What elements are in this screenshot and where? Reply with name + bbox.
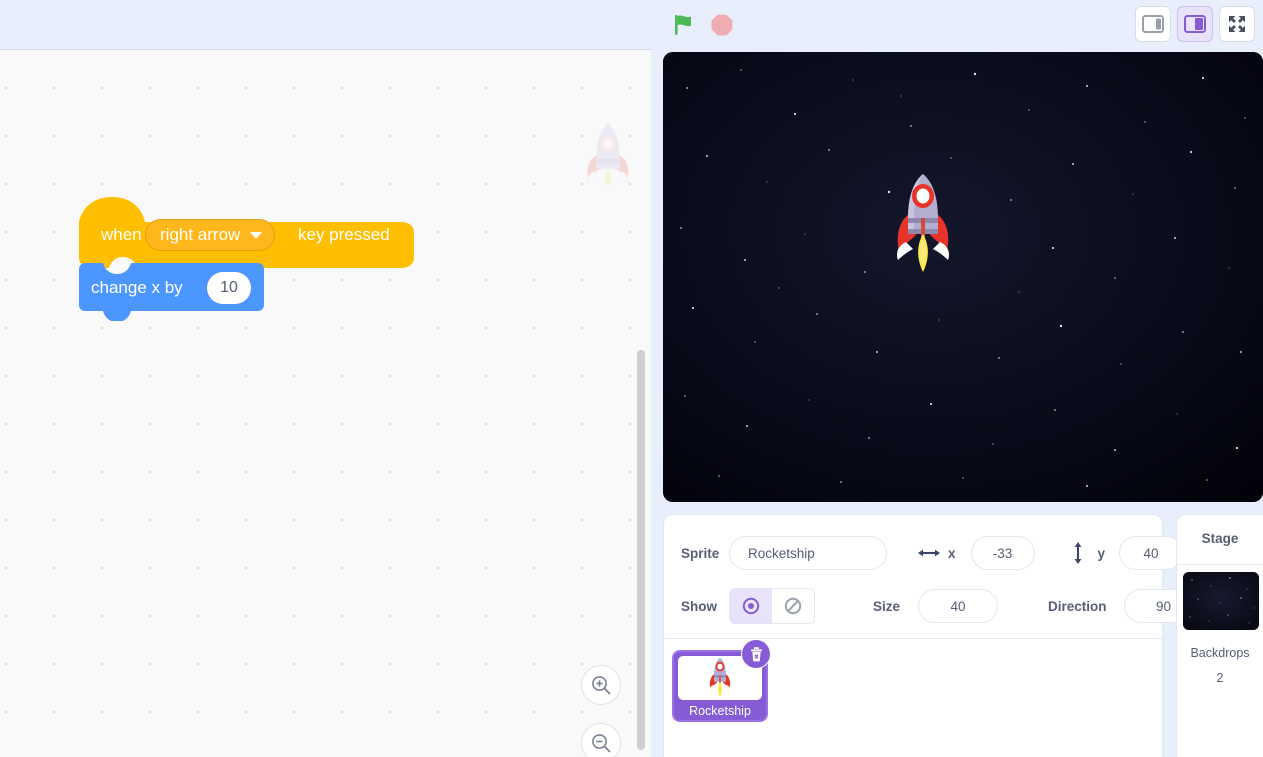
backdrops-count: 2 [1216,671,1224,685]
sprite-info-panel: Sprite Rocketship x -33 y 40 Show Size 4… [663,514,1204,757]
x-position-input[interactable]: -33 [970,536,1035,570]
stage[interactable] [663,52,1263,502]
key-pressed-label: key pressed [298,225,390,244]
sprite-name-row: Sprite Rocketship x -33 y 40 [681,536,1184,570]
size-input[interactable]: 40 [918,589,999,623]
rocketship-sprite[interactable] [893,172,953,277]
zoom-controls [581,665,623,757]
sprite-attributes-row: Show Size 40 Direction 90 [681,588,1204,624]
stage-panel-title: Stage [1201,531,1239,546]
key-dropdown[interactable]: right arrow [145,219,276,251]
show-toggle [729,588,815,624]
small-stage-layout-button[interactable] [1135,6,1171,42]
hide-sprite-button[interactable] [772,589,814,623]
change-x-by-block[interactable]: change x by 10 [79,263,264,321]
green-flag-icon[interactable] [670,12,696,38]
sprite-list-item-rocketship[interactable]: Rocketship [672,639,771,722]
direction-field-label: Direction [1048,598,1107,614]
key-dropdown-value: right arrow [160,225,241,244]
show-field-label: Show [681,598,717,614]
sprite-tile-label: Rocketship [689,704,751,718]
size-field-label: Size [873,598,901,614]
change-x-by-label: change x by [91,278,183,297]
y-field-label: y [1097,545,1106,561]
normal-stage-layout-button[interactable] [1177,6,1213,42]
y-position-input[interactable]: 40 [1119,536,1184,570]
sprite-watermark-rocketship-icon [583,122,633,190]
when-label: when [101,225,142,244]
stage-panel-divider [1177,564,1263,565]
backdrop-thumbnail[interactable] [1183,572,1259,630]
code-workspace[interactable]: when right arrow key pressed change x by… [0,49,651,757]
vertical-arrows-icon [1067,542,1089,564]
starry-backdrop [663,52,1263,502]
stage-size-controls [1135,6,1255,42]
workspace-scrollbar[interactable] [637,350,645,750]
scratch-editor: when right arrow key pressed change x by… [0,0,1263,757]
horizontal-arrows-icon [918,547,940,559]
sprite-field-label: Sprite [681,545,720,561]
delete-sprite-button[interactable] [741,639,771,669]
sprite-name-input[interactable]: Rocketship [729,536,887,570]
stop-sign-icon[interactable] [709,12,735,38]
zoom-in-icon[interactable] [581,665,621,705]
zoom-out-icon[interactable] [581,723,621,757]
x-field-label: x [948,545,956,561]
panel-divider [664,638,1162,639]
toolbar [0,0,1263,48]
show-sprite-button[interactable] [730,589,772,623]
when-key-pressed-block[interactable]: when right arrow key pressed [79,195,414,272]
stage-selector-panel[interactable]: Stage Backdrops 2 [1176,514,1263,757]
backdrops-label: Backdrops [1190,646,1250,660]
fullscreen-button[interactable] [1219,6,1255,42]
change-x-value-input[interactable]: 10 [207,272,251,304]
script-stack[interactable]: when right arrow key pressed change x by… [79,195,414,321]
chevron-down-icon [250,231,263,239]
